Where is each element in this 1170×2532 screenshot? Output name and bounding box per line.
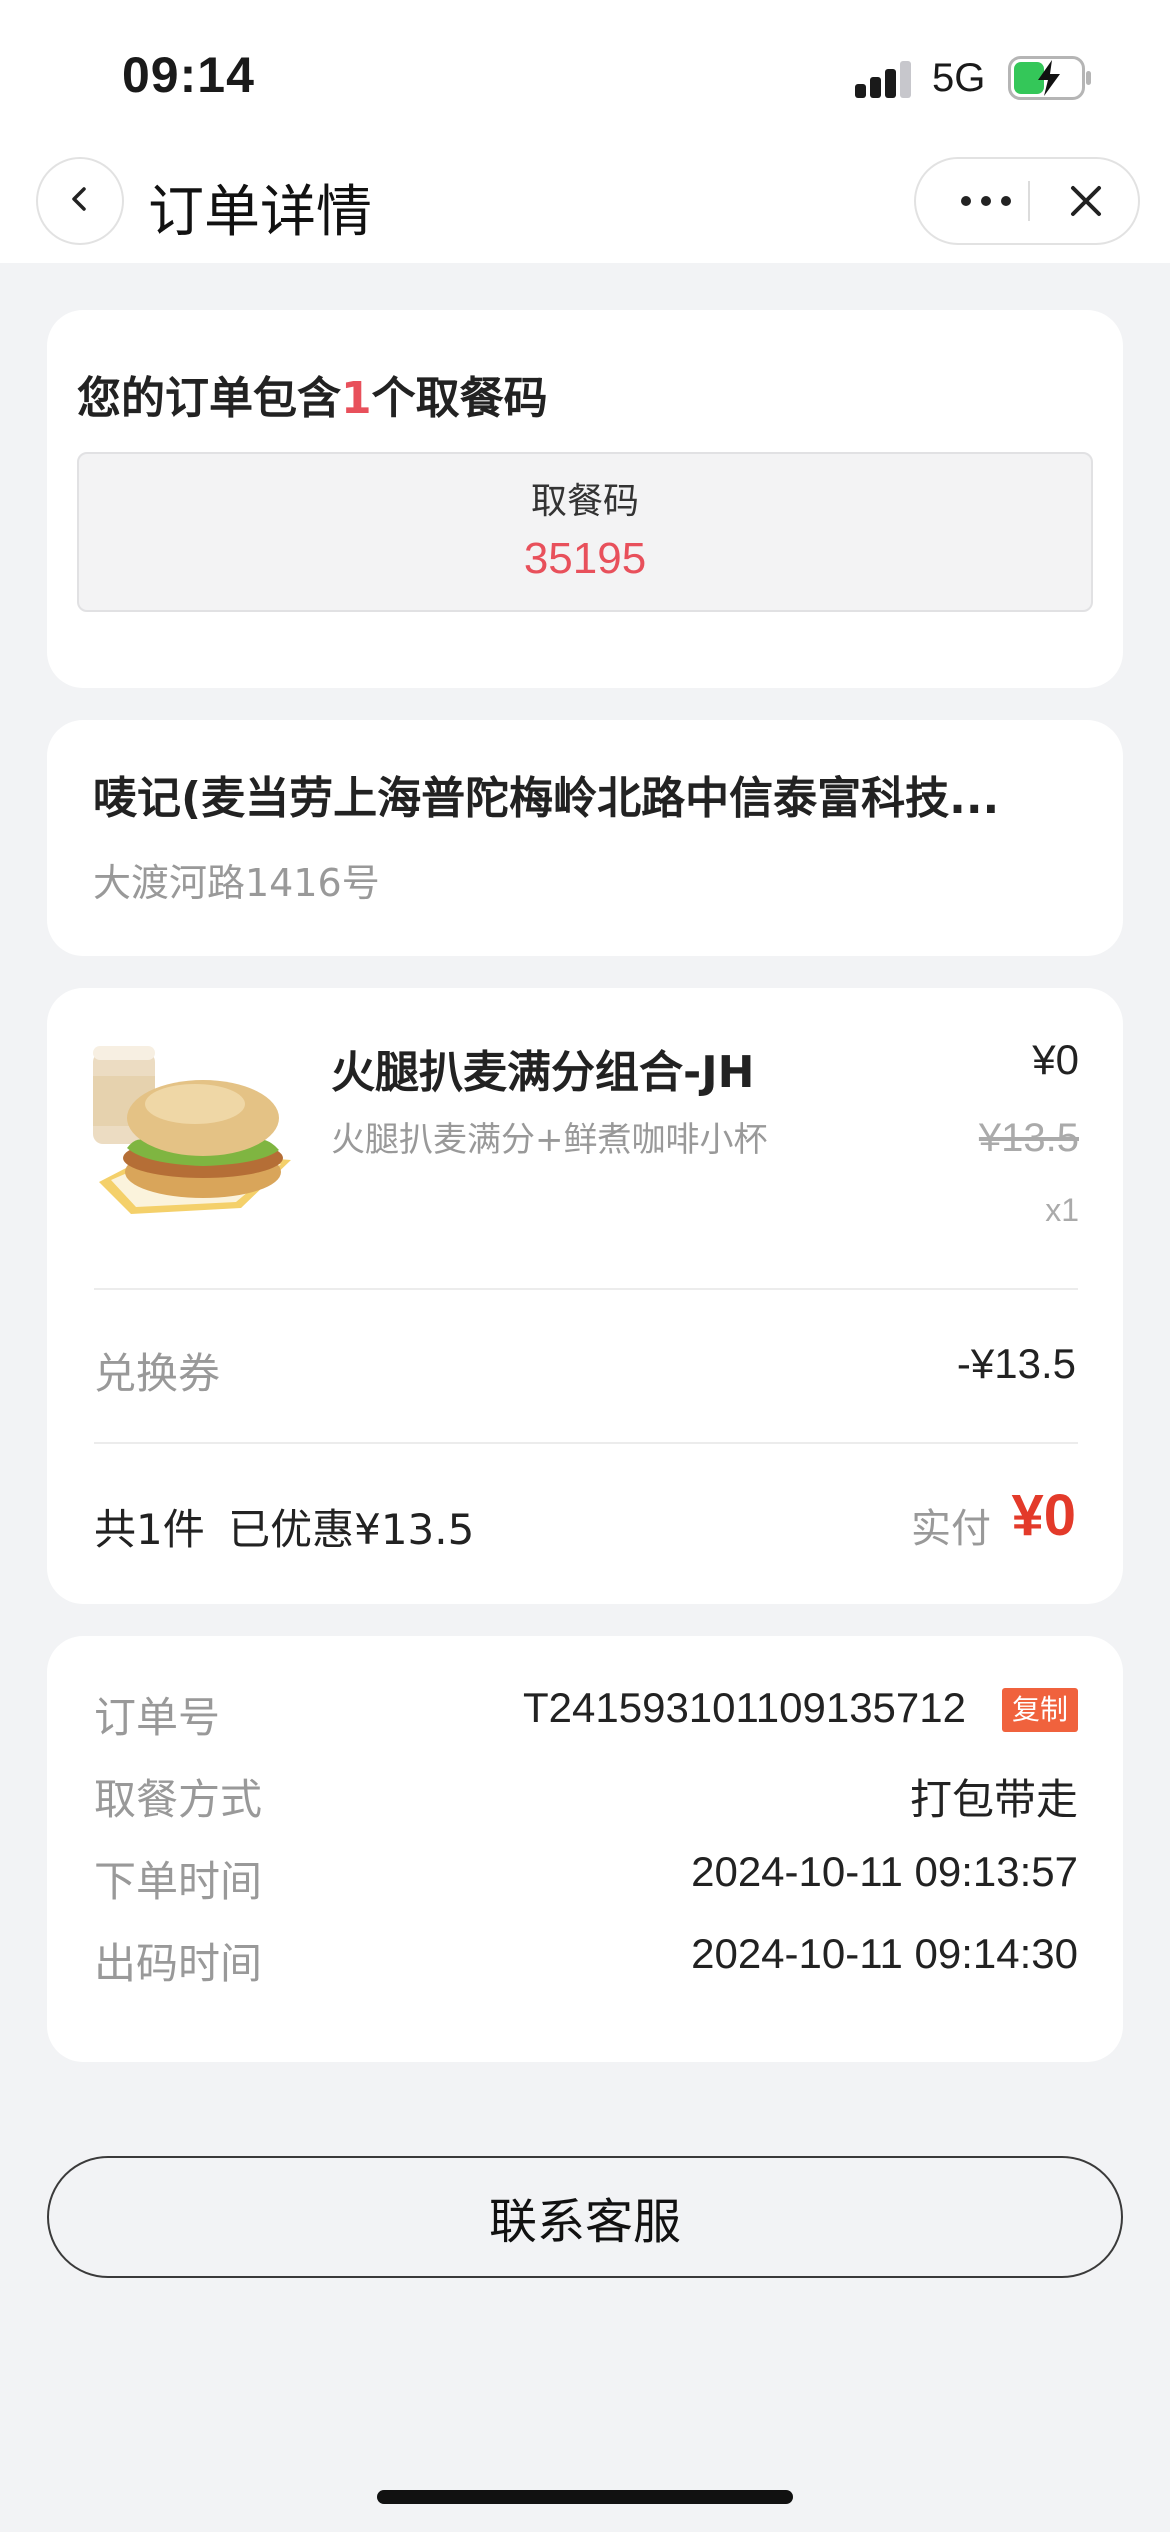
pickup-code-count: 1	[341, 373, 372, 424]
heading-prefix: 您的订单包含	[77, 373, 341, 424]
pickup-code-label: 取餐码	[530, 481, 639, 522]
copy-button[interactable]: 复制	[1001, 1688, 1078, 1732]
pickup-code-box: 取餐码 35195	[77, 452, 1093, 612]
heading-suffix: 个取餐码	[371, 373, 548, 424]
capsule-divider	[1028, 181, 1030, 221]
order-summary: 共1件 已优惠¥13.5	[94, 1496, 474, 1557]
page-title: 订单详情	[148, 180, 372, 245]
code-time-label: 出码时间	[94, 1939, 263, 1988]
order-number-row: 订单号 T241593101109135712 复制	[94, 1684, 1078, 1744]
paid-amount: ¥0	[1011, 1483, 1076, 1548]
network-type: 5G	[932, 56, 986, 100]
nav-bar: 订单详情	[0, 145, 1170, 263]
chevron-left-icon	[65, 184, 95, 218]
order-info-card: 订单号 T241593101109135712 复制 取餐方式 打包带走 下单时…	[47, 1636, 1123, 2062]
paid-label: 实付	[911, 1506, 991, 1552]
home-indicator[interactable]	[377, 2490, 793, 2504]
pickup-method-label: 取餐方式	[94, 1775, 263, 1824]
order-time-label: 下单时间	[94, 1857, 263, 1906]
contact-customer-service-button[interactable]: 联系客服	[47, 2156, 1123, 2278]
back-button[interactable]	[36, 157, 124, 245]
pickup-code-value: 35195	[523, 534, 647, 583]
product-image	[91, 1032, 297, 1222]
product-name: 火腿扒麦满分组合-JH	[331, 1047, 755, 1098]
order-time-row: 下单时间 2024-10-11 09:13:57	[94, 1848, 1078, 1908]
order-time-value: 2024-10-11 09:13:57	[691, 1848, 1078, 1895]
pickup-code-heading: 您的订单包含1个取餐码	[77, 362, 548, 426]
order-items-card: 火腿扒麦满分组合-JH 火腿扒麦满分+鲜煮咖啡小杯 ¥0 ¥13.5 x1 兑换…	[47, 988, 1123, 1604]
coupon-label: 兑换券	[94, 1349, 221, 1398]
product-quantity: x1	[1045, 1192, 1079, 1228]
code-time-value: 2024-10-11 09:14:30	[691, 1930, 1078, 1977]
store-address: 大渡河路1416号	[93, 861, 380, 905]
pickup-code-card: 您的订单包含1个取餐码 取餐码 35195	[47, 310, 1123, 688]
code-time-row: 出码时间 2024-10-11 09:14:30	[94, 1930, 1078, 1990]
pickup-method-value: 打包带走	[909, 1776, 1078, 1823]
product-original-price: ¥13.5	[978, 1116, 1079, 1160]
saved-amount: 已优惠¥13.5	[228, 1505, 475, 1554]
item-count: 共1件	[94, 1505, 205, 1554]
status-bar: 09:14 5G	[0, 0, 1170, 145]
more-dots-icon[interactable]	[946, 159, 1026, 243]
battery-charging-icon	[1008, 56, 1092, 100]
product-description: 火腿扒麦满分+鲜煮咖啡小杯	[331, 1120, 768, 1160]
store-card[interactable]: 唛记(麦当劳上海普陀梅岭北路中信泰富科技... 大渡河路1416号	[47, 720, 1123, 956]
divider	[94, 1288, 1078, 1290]
mini-program-capsule	[914, 157, 1140, 245]
product-price: ¥0	[1032, 1036, 1079, 1083]
close-icon[interactable]	[1046, 159, 1126, 243]
status-time: 09:14	[122, 47, 255, 103]
cellular-signal-icon	[855, 60, 915, 98]
order-number-value: T241593101109135712	[523, 1684, 966, 1731]
store-name: 唛记(麦当劳上海普陀梅岭北路中信泰富科技...	[93, 773, 1000, 824]
coupon-value: -¥13.5	[956, 1340, 1076, 1387]
order-number-label: 订单号	[94, 1693, 221, 1742]
pickup-method-row: 取餐方式 打包带走	[94, 1766, 1078, 1826]
divider	[94, 1442, 1078, 1444]
